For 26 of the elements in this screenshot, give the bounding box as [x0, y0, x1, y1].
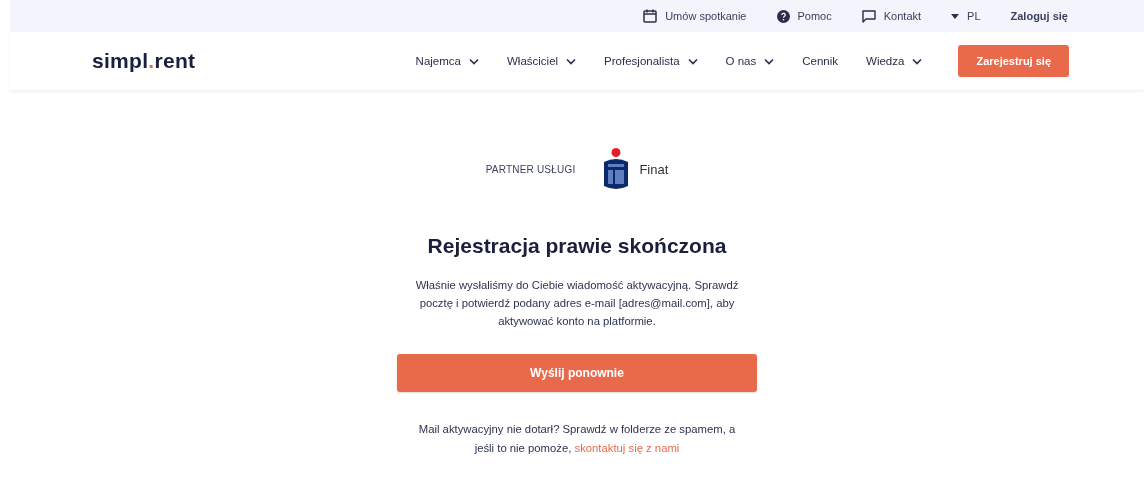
message-text: Właśnie wysłaliśmy do Ciebie wiadomość aktywacyjną. Sprawdź pocztę i potwierdź podany adres e-mail [adres@mail.com], aby aktywować konto na platformie.: [414, 278, 740, 329]
calendar-icon: [643, 9, 658, 23]
logo[interactable]: simpl.rent: [92, 49, 196, 73]
nav-item[interactable]: O nas: [725, 55, 775, 67]
partner-name: Finat: [639, 161, 669, 177]
nav-item[interactable]: Wiedza: [866, 55, 923, 67]
chevron-down-icon: [912, 57, 923, 65]
chevron-down-icon: [764, 57, 775, 65]
partner-label: PARTNER USŁUGI: [485, 163, 576, 175]
chevron-down-icon: [566, 57, 577, 65]
chevron-down-icon: [687, 57, 698, 65]
nav-item[interactable]: Właściciel: [507, 55, 577, 67]
language-selector[interactable]: PL: [951, 10, 981, 22]
help-icon: [776, 9, 790, 23]
top-link[interactable]: Kontakt: [861, 9, 922, 23]
top-link[interactable]: Pomoc: [776, 9, 832, 23]
nav-item[interactable]: Najemca: [415, 55, 479, 67]
nav-item[interactable]: Profesjonalista: [604, 55, 698, 67]
page-title: Rejestracja prawie skończona: [427, 234, 727, 258]
help-text: Mail aktywacyjny nie dotarł? Sprawdź w folderze ze spamem, a jeśli to nie pomoże, skontaktuj się z nami: [418, 422, 736, 456]
caret-down-icon: [951, 13, 960, 19]
login-link[interactable]: Zaloguj się: [1010, 10, 1068, 22]
nav-item[interactable]: Cennik: [802, 55, 839, 67]
chat-icon: [861, 9, 876, 23]
chevron-down-icon: [469, 57, 479, 65]
top-link[interactable]: Umów spotkanie: [643, 9, 747, 23]
